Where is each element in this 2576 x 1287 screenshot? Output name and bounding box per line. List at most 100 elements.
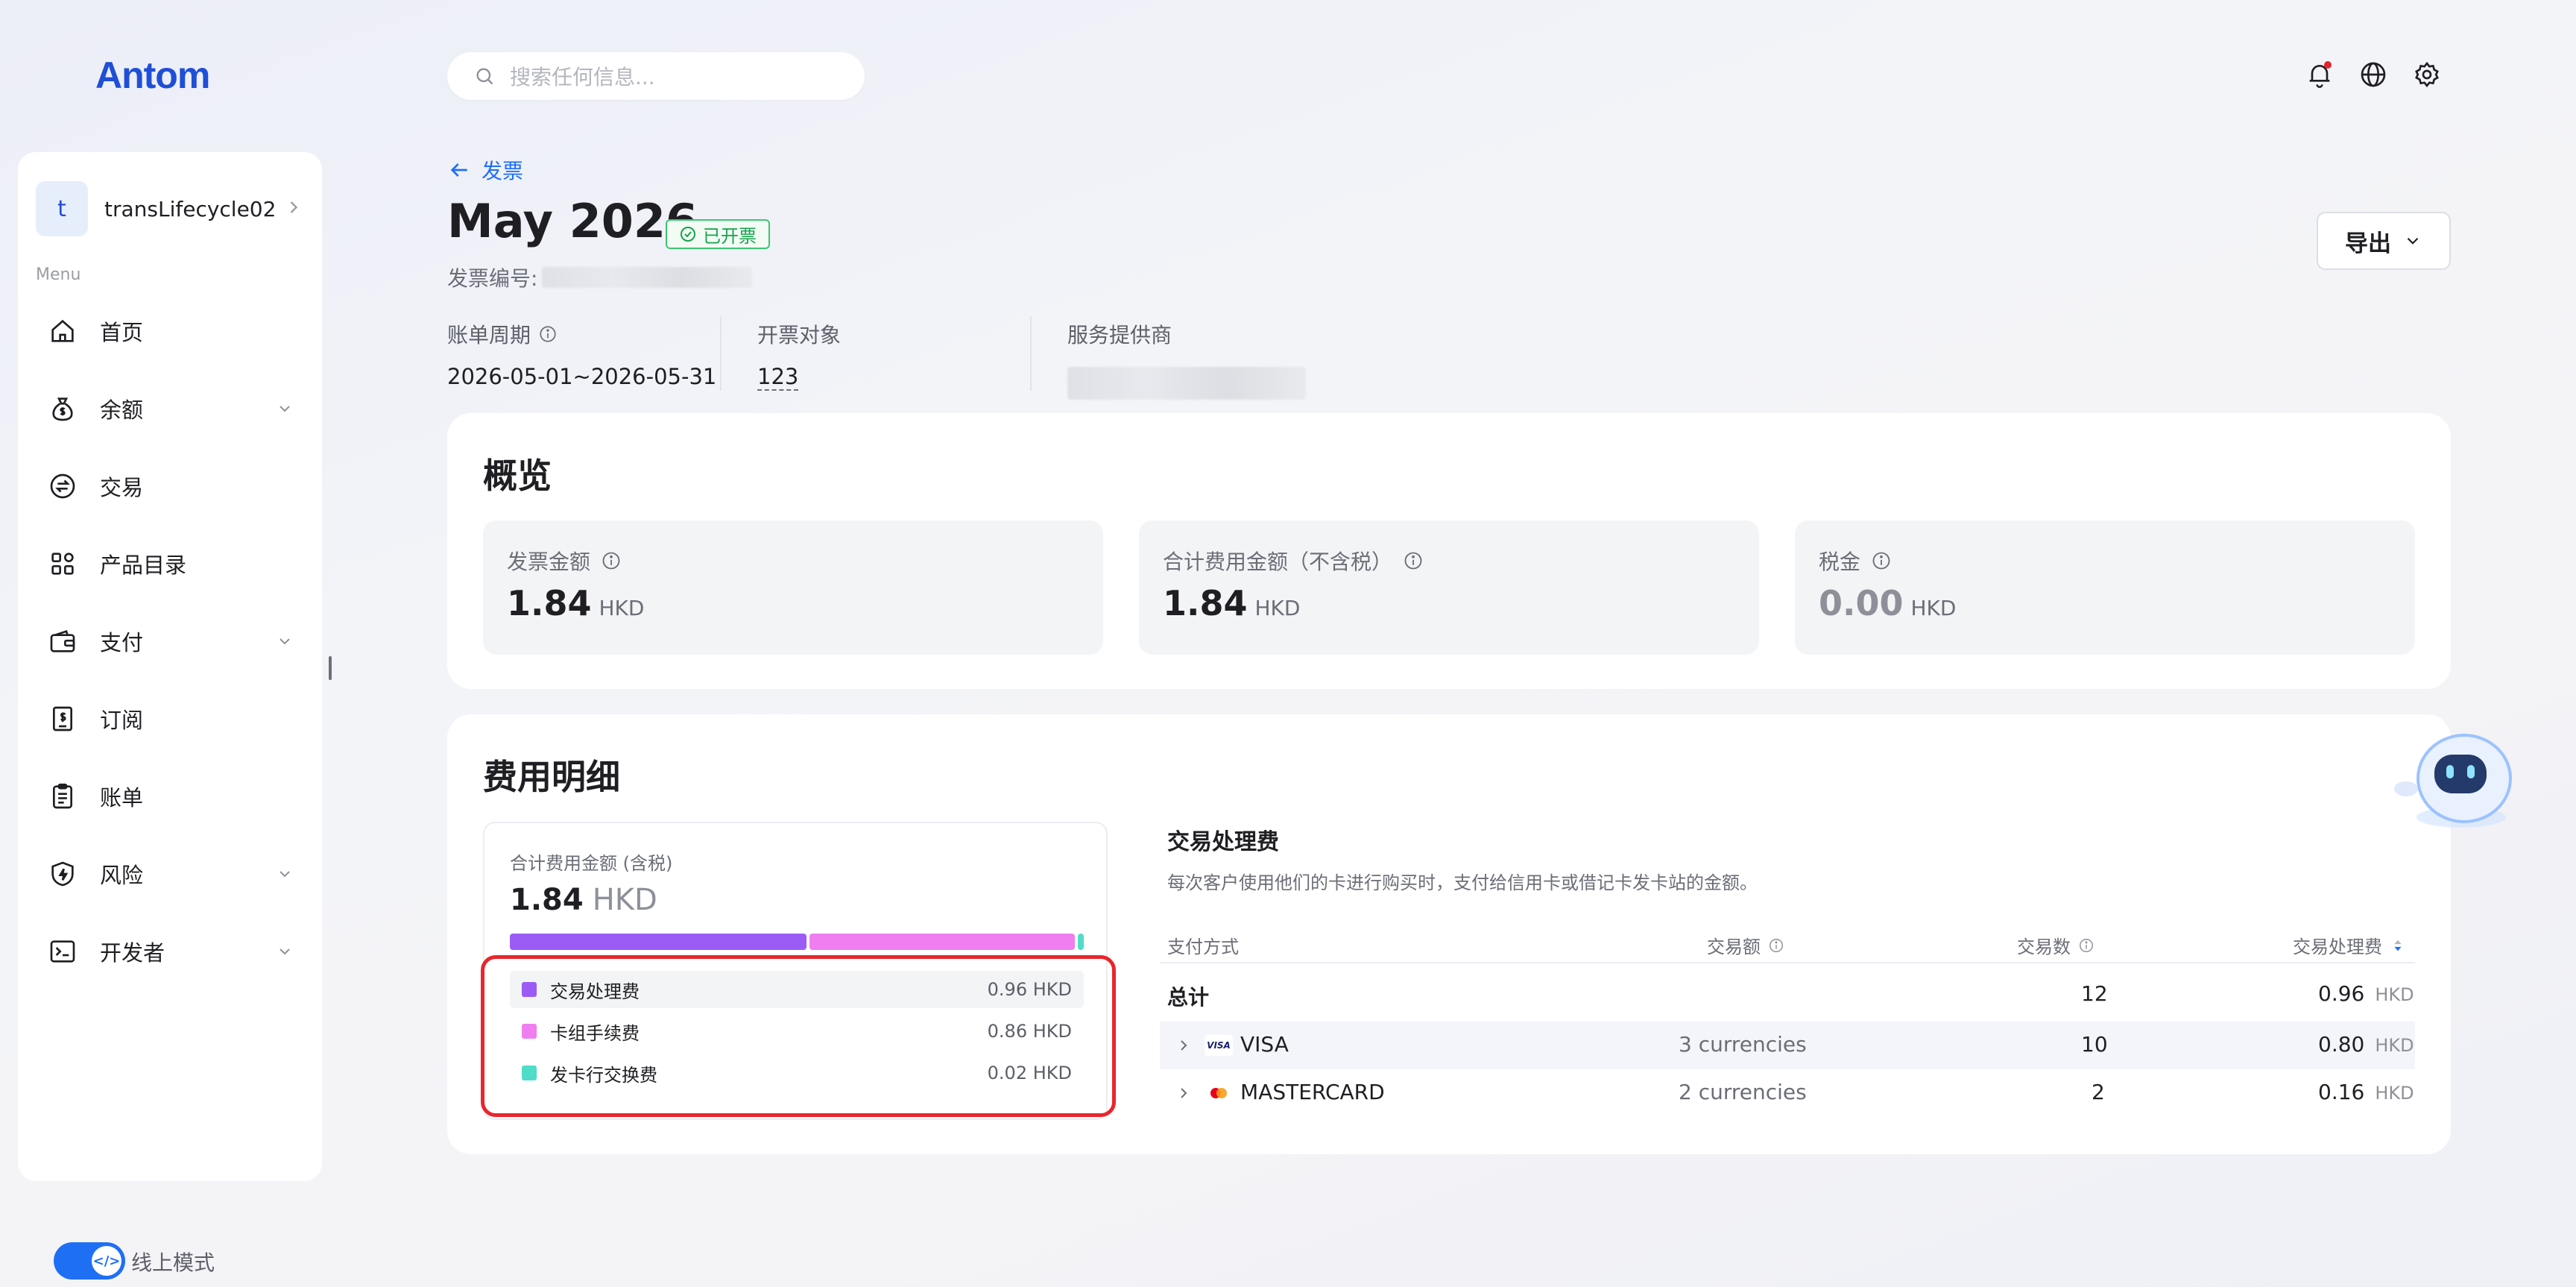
invoice-number-label: 发票编号: — [447, 266, 538, 291]
status-badge: 已开票 — [666, 219, 770, 249]
code-icon: </> — [92, 1246, 121, 1276]
info-icon[interactable] — [2078, 937, 2094, 954]
search-input[interactable]: 搜索任何信息... — [447, 52, 865, 100]
sidebar-item-developer[interactable]: 开发者 — [48, 929, 301, 974]
info-icon[interactable] — [538, 324, 558, 344]
sidebar-item-label: 余额 — [100, 397, 144, 423]
tax-value: 0.00 — [1819, 583, 1904, 623]
export-button[interactable]: 导出 — [2317, 212, 2451, 270]
chevron-down-icon — [280, 406, 290, 412]
highlight-annotation — [481, 955, 1116, 1117]
status-label: 已开票 — [703, 225, 757, 247]
billing-period-label: 账单周期 — [447, 323, 531, 347]
total-row-count: 12 — [2081, 981, 2108, 1006]
antom-logo[interactable]: Antom — [95, 54, 210, 97]
account-name: transLifecycle02 — [104, 196, 277, 221]
sort-icon[interactable] — [2390, 937, 2406, 954]
column-header-count: 交易数 — [2017, 932, 2094, 958]
invoice-amount-value: 1.84 — [507, 583, 592, 623]
chevron-down-icon — [2407, 237, 2419, 245]
account-switcher[interactable]: t transLifecycle02 — [36, 179, 304, 239]
count-cell: 2 — [2092, 1080, 2105, 1104]
search-placeholder: 搜索任何信息... — [510, 65, 655, 89]
account-avatar: t — [36, 181, 88, 236]
sidebar-item-transactions[interactable]: 交易 — [48, 464, 301, 509]
billing-period-value: 2026-05-01~2026-05-31 — [447, 364, 717, 389]
assistant-robot-icon[interactable] — [2390, 716, 2521, 832]
total-row-label: 总计 — [1167, 985, 1210, 1010]
subtotal-value: 1.84 — [1163, 583, 1248, 623]
billing-period: 账单周期 2026-05-01~2026-05-31 — [447, 319, 716, 389]
check-circle-icon — [681, 227, 695, 242]
page-title: May 2026 — [447, 194, 698, 248]
service-provider-redacted — [1067, 367, 1306, 400]
arrow-left-icon — [450, 163, 467, 177]
invoice-amount-box: 发票金额 1.84 HKD — [483, 520, 1103, 655]
sidebar-item-label: 交易 — [100, 475, 144, 500]
search-icon — [474, 66, 495, 86]
sidebar-item-risk[interactable]: 风险 — [48, 852, 301, 896]
tax-label: 税金 — [1819, 550, 1861, 574]
chevron-down-icon — [280, 948, 290, 955]
count-cell: 10 — [2081, 1032, 2108, 1057]
fee-detail-title: 费用明细 — [483, 757, 620, 797]
column-header-method: 支付方式 — [1167, 932, 1239, 958]
invoice-number-redacted — [542, 267, 753, 288]
sidebar-item-label: 账单 — [100, 785, 144, 811]
currency-label: HKD — [592, 883, 657, 917]
sidebar-item-balance[interactable]: 余额 — [48, 386, 301, 431]
header-label: 交易额 — [1707, 937, 1761, 957]
expand-chevron-icon[interactable] — [1175, 1084, 1193, 1102]
currency-label: HKD — [1254, 596, 1301, 620]
sidebar-item-payments[interactable]: 支付 — [48, 619, 301, 664]
chevron-down-icon — [280, 871, 290, 878]
fee-bar-segment[interactable] — [510, 934, 806, 950]
info-icon[interactable] — [601, 550, 622, 571]
bill-to-value[interactable]: 123 — [757, 364, 799, 391]
fee-cell: 0.16 HKD — [2318, 1080, 2414, 1104]
back-link[interactable]: 发票 — [447, 155, 523, 185]
visa-icon: VISA — [1205, 1035, 1233, 1056]
bell-icon[interactable] — [2305, 60, 2334, 89]
terminal-icon — [48, 937, 78, 966]
table-description: 每次客户使用他们的卡进行购买时，支付给信用卡或借记卡发卡站的金额。 — [1167, 872, 1758, 893]
fee-value: 0.16 — [2318, 1080, 2365, 1104]
sidebar-item-catalog[interactable]: 产品目录 — [48, 541, 301, 586]
menu-label: Menu — [36, 265, 81, 284]
live-mode-toggle[interactable]: </> — [54, 1242, 125, 1280]
notification-dot — [2324, 61, 2332, 69]
sidebar-item-label: 产品目录 — [100, 553, 187, 578]
info-icon[interactable] — [1768, 937, 1784, 954]
sidebar-collapse-handle[interactable] — [329, 656, 332, 680]
invoice-amount-label: 发票金额 — [507, 550, 591, 574]
expand-chevron-icon[interactable] — [1175, 1036, 1193, 1054]
service-provider: 服务提供商 — [1067, 319, 1306, 400]
sidebar-item-label: 支付 — [100, 630, 144, 655]
fee-cell: 0.80 HKD — [2318, 1032, 2414, 1057]
globe-icon[interactable] — [2358, 60, 2388, 89]
column-header-fee[interactable]: 交易处理费 — [2293, 932, 2406, 958]
home-icon — [48, 316, 78, 346]
sidebar-item-home[interactable]: 首页 — [48, 309, 301, 353]
subscription-icon — [48, 704, 78, 734]
fee-value: 0.80 — [2318, 1032, 2365, 1057]
header-label: 交易数 — [2017, 937, 2071, 957]
info-icon[interactable] — [1871, 550, 1892, 571]
total-fee-value: 1.84 — [510, 883, 584, 917]
back-label: 发票 — [482, 159, 524, 183]
grid-icon — [48, 549, 78, 579]
fee-value: 0.96 — [2318, 981, 2365, 1006]
export-label: 导出 — [2345, 230, 2391, 257]
fee-bar-segment[interactable] — [1078, 934, 1084, 950]
currency-label: HKD — [599, 596, 645, 620]
currency-label: HKD — [1910, 596, 1957, 620]
currency-label: HKD — [2375, 984, 2414, 1005]
sidebar-item-bills[interactable]: 账单 — [48, 774, 301, 819]
settings-icon[interactable] — [2412, 60, 2442, 89]
tax-box: 税金 0.00 HKD — [1795, 520, 2415, 655]
invoice-number: 发票编号: — [447, 262, 753, 292]
sidebar-item-subscriptions[interactable]: 订阅 — [48, 696, 301, 741]
fee-bar-segment[interactable] — [809, 934, 1075, 950]
bill-to: 开票对象 123 — [757, 319, 841, 391]
info-icon[interactable] — [1403, 550, 1424, 571]
